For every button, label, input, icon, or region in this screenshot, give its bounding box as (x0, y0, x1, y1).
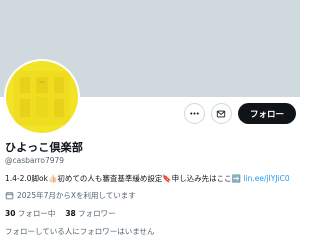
message-button[interactable] (210, 103, 232, 124)
avatar-frame[interactable] (4, 59, 80, 135)
follow-stats: 30 フォロー中 38 フォロワー (5, 208, 116, 219)
profile-actions: フォロー (183, 103, 296, 124)
more-button[interactable] (183, 103, 205, 124)
bio-link[interactable]: lin.ee/jIYJiC0 (243, 174, 289, 183)
followers-label: フォロワー (78, 209, 116, 218)
profile-bio: 1.4-2.0脚ok👍🏻初めての人も審査基準緩め設定🔖申し込み先はここ➡️ li… (5, 173, 300, 184)
joined-date: 2025年7月からXを利用しています (5, 190, 136, 201)
avatar (6, 61, 78, 133)
mail-icon (217, 110, 226, 117)
more-icon (190, 112, 199, 115)
following-label: フォロー中 (17, 209, 56, 218)
followers-link[interactable]: 38 フォロワー (65, 208, 115, 219)
bio-text: 1.4-2.0脚ok👍🏻初めての人も審査基準緩め設定🔖申し込み先はここ➡️ (5, 174, 242, 183)
following-count: 30 (5, 209, 16, 218)
mutual-followers-text: フォローしている人にフォロワーはいません (5, 227, 155, 236)
follow-button[interactable]: フォロー (237, 103, 296, 124)
followers-count: 38 (65, 209, 76, 218)
user-handle: @casbarro7979 (5, 156, 65, 165)
following-link[interactable]: 30 フォロー中 (5, 208, 55, 219)
calendar-icon (5, 191, 14, 200)
joined-text: 2025年7月からXを利用しています (17, 191, 136, 200)
display-name: ひよっこ倶楽部 (5, 141, 84, 154)
